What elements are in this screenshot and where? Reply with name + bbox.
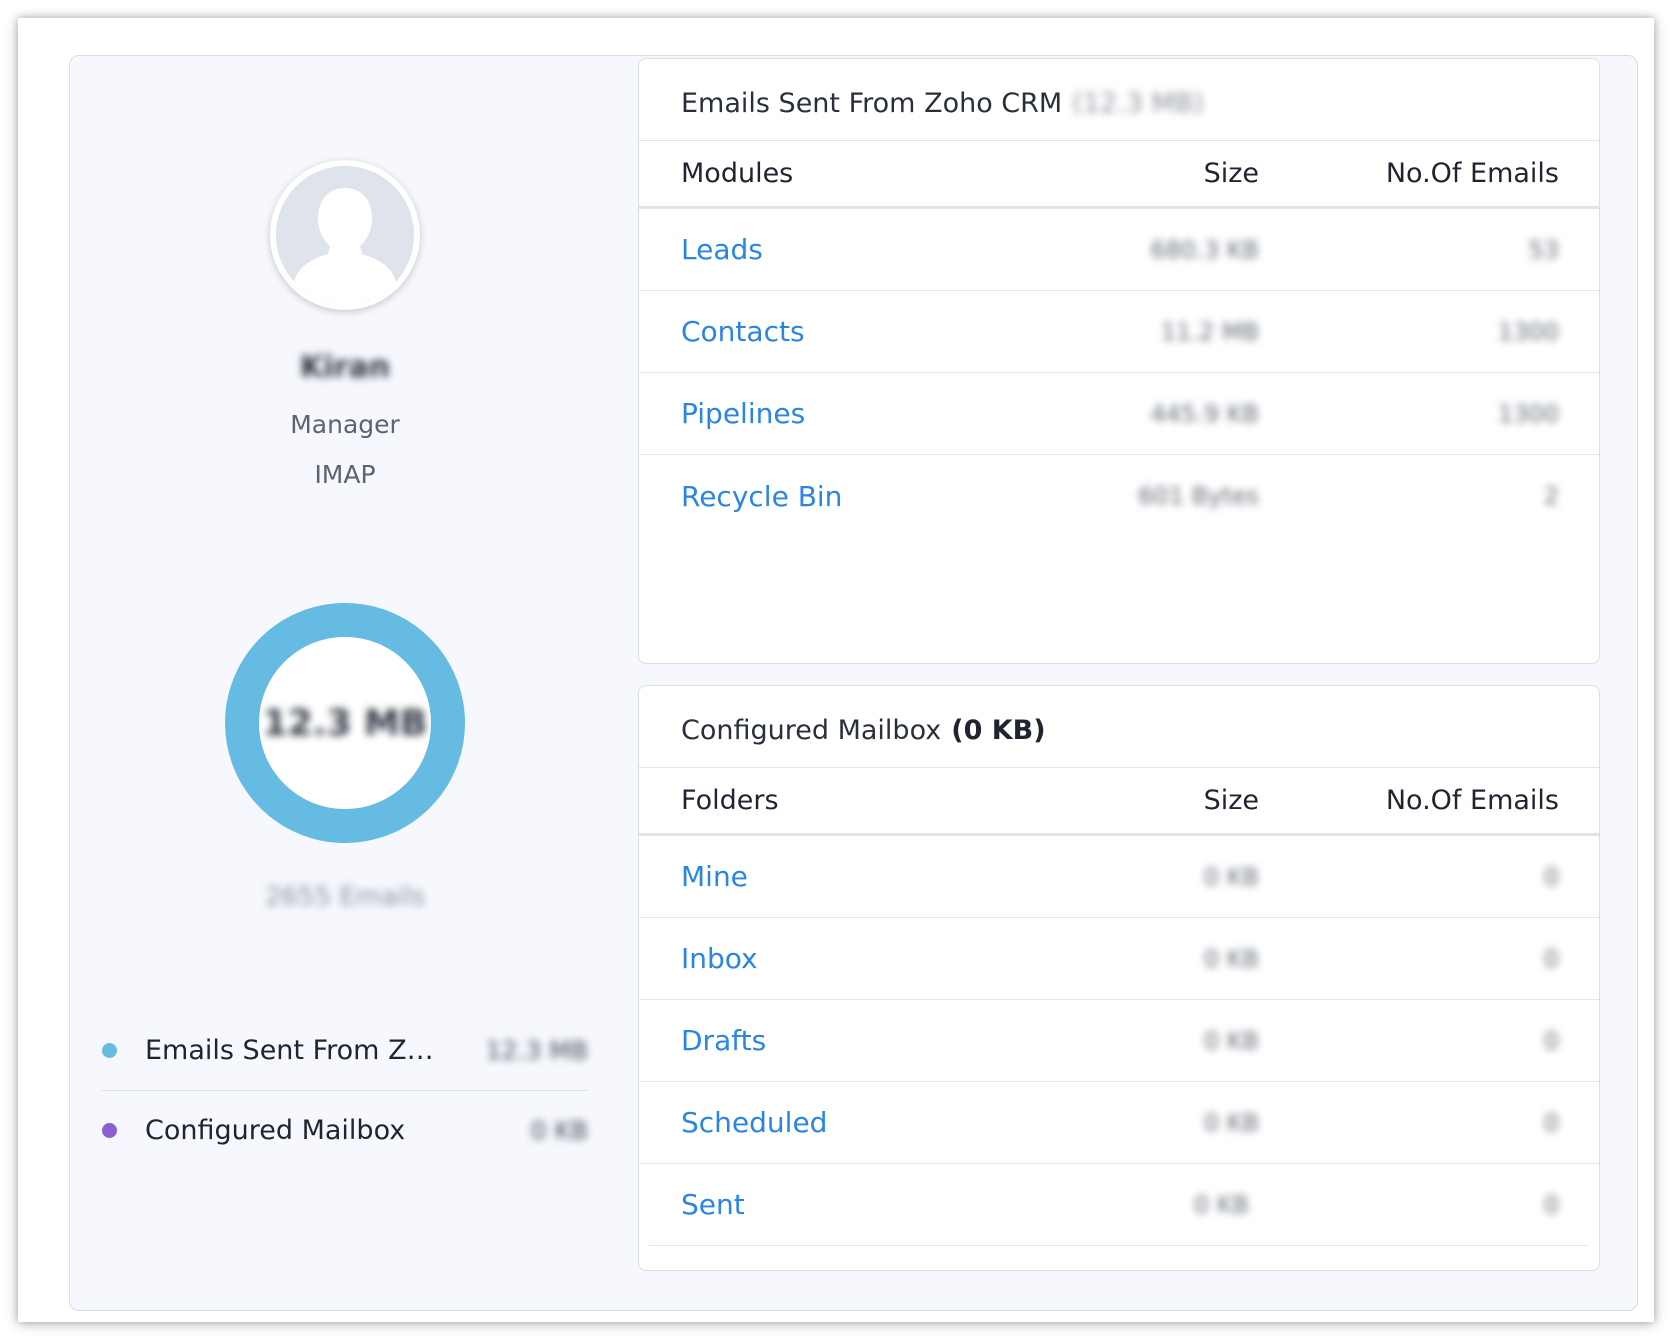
module-link-pipelines[interactable]: Pipelines bbox=[639, 397, 1059, 430]
table-row: Pipelines 445.9 KB 1300 bbox=[639, 373, 1599, 455]
user-name: Kiran bbox=[300, 350, 390, 385]
user-silhouette-icon bbox=[276, 166, 414, 304]
folder-link-sent[interactable]: Sent bbox=[649, 1188, 1049, 1221]
folder-list: Mine 0 KB 0 Inbox 0 KB 0 Drafts 0 KB 0 S… bbox=[639, 836, 1599, 1246]
table-row: Inbox 0 KB 0 bbox=[639, 918, 1599, 1000]
card-title: Emails Sent From Zoho CRM (12.3 MB) bbox=[639, 59, 1599, 141]
row-count: 0 bbox=[1543, 1026, 1559, 1055]
folder-link-mine[interactable]: Mine bbox=[639, 860, 1059, 893]
header-count: No.Of Emails bbox=[1385, 158, 1559, 189]
module-link-recycle-bin[interactable]: Recycle Bin bbox=[639, 480, 1059, 513]
total-size-label: 12.3 MB bbox=[262, 702, 428, 744]
row-count: 1300 bbox=[1497, 399, 1559, 428]
legend-value: 0 KB bbox=[530, 1116, 588, 1145]
user-avatar bbox=[270, 160, 420, 310]
row-count: 2 bbox=[1543, 482, 1559, 510]
header-count: No.Of Emails bbox=[1385, 785, 1559, 816]
folder-link-drafts[interactable]: Drafts bbox=[639, 1024, 1059, 1057]
table-header: Modules Size No.Of Emails bbox=[639, 141, 1599, 209]
table-row: Contacts 11.2 MB 1300 bbox=[639, 291, 1599, 373]
legend-item-mailbox: Configured Mailbox 0 KB bbox=[102, 1090, 588, 1170]
crm-card-size: (12.3 MB) bbox=[1072, 88, 1204, 119]
mailbox-card-title: Configured Mailbox bbox=[681, 715, 942, 746]
module-link-leads[interactable]: Leads bbox=[639, 233, 1059, 266]
user-protocol: IMAP bbox=[314, 460, 376, 489]
header-folders: Folders bbox=[681, 785, 779, 816]
row-count: 53 bbox=[1528, 235, 1559, 264]
row-size: 680.3 KB bbox=[1150, 235, 1259, 264]
table-header: Folders Size No.Of Emails bbox=[639, 768, 1599, 836]
module-link-contacts[interactable]: Contacts bbox=[639, 315, 1059, 348]
user-role: Manager bbox=[290, 410, 400, 439]
row-count: 0 bbox=[1543, 862, 1559, 891]
row-count: 0 bbox=[1543, 944, 1559, 973]
table-row: Sent 0 KB 0 bbox=[649, 1164, 1589, 1246]
header-modules: Modules bbox=[681, 158, 794, 189]
legend-dot-crm bbox=[102, 1042, 117, 1058]
row-size: 445.9 KB bbox=[1150, 399, 1259, 428]
legend-item-crm: Emails Sent From Zo... 12.3 MB bbox=[102, 1010, 588, 1090]
table-row: Drafts 0 KB 0 bbox=[639, 1000, 1599, 1082]
configured-mailbox-card: Configured Mailbox (0 KB) Folders Size N… bbox=[638, 685, 1600, 1271]
legend-value: 12.3 MB bbox=[485, 1035, 588, 1065]
table-row: Recycle Bin 601 Bytes 2 bbox=[639, 455, 1599, 537]
row-size: 0 KB bbox=[1193, 1190, 1249, 1219]
folder-link-scheduled[interactable]: Scheduled bbox=[639, 1106, 1059, 1139]
row-size: 11.2 MB bbox=[1160, 317, 1259, 346]
row-count: 1300 bbox=[1497, 317, 1559, 346]
header-size: Size bbox=[1203, 785, 1259, 816]
table-row: Scheduled 0 KB 0 bbox=[639, 1082, 1599, 1164]
legend-dot-mailbox bbox=[102, 1123, 117, 1138]
table-row: Leads 680.3 KB 53 bbox=[639, 209, 1599, 291]
mailbox-card-size: (0 KB) bbox=[951, 715, 1046, 746]
header-size: Size bbox=[1203, 158, 1259, 189]
legend-label: Emails Sent From Zo... bbox=[145, 1034, 445, 1066]
crm-emails-card: Emails Sent From Zoho CRM (12.3 MB) Modu… bbox=[638, 58, 1600, 664]
row-size: 0 KB bbox=[1203, 862, 1259, 891]
legend-label: Configured Mailbox bbox=[145, 1115, 406, 1146]
card-title: Configured Mailbox (0 KB) bbox=[639, 686, 1599, 768]
row-count: 0 bbox=[1543, 1190, 1559, 1219]
row-count: 0 bbox=[1543, 1108, 1559, 1137]
storage-legend: Emails Sent From Zo... 12.3 MB Configure… bbox=[102, 1010, 588, 1170]
folder-link-inbox[interactable]: Inbox bbox=[639, 942, 1059, 975]
table-row: Mine 0 KB 0 bbox=[639, 836, 1599, 918]
crm-card-title: Emails Sent From Zoho CRM bbox=[681, 88, 1063, 119]
total-emails-label: 2655 Emails bbox=[264, 882, 426, 912]
row-size: 601 Bytes bbox=[1138, 482, 1259, 510]
row-size: 0 KB bbox=[1203, 1026, 1259, 1055]
row-size: 0 KB bbox=[1203, 1108, 1259, 1137]
row-size: 0 KB bbox=[1203, 944, 1259, 973]
